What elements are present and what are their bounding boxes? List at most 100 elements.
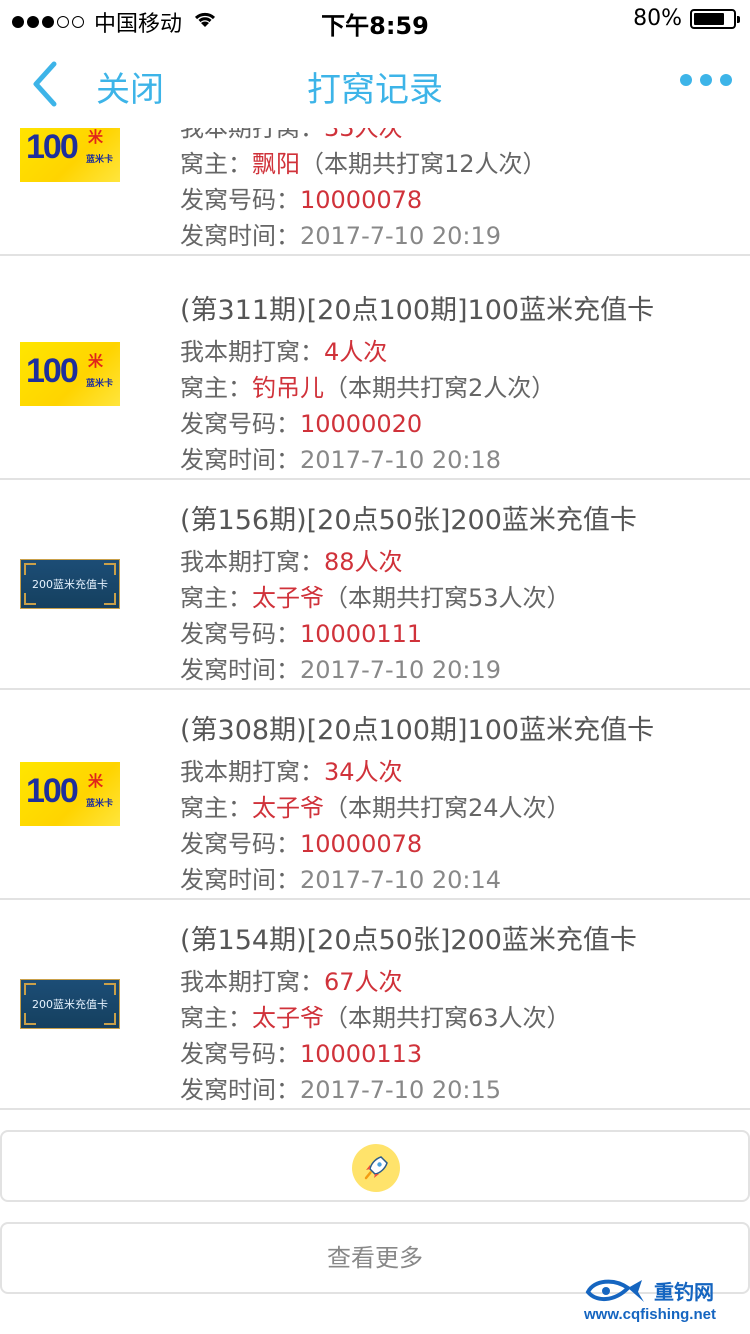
status-bar: 中国移动 下午8:59 80% — [0, 0, 750, 40]
code-line: 发窝号码：10000020 — [180, 404, 422, 439]
page-title: 打窝记录 — [307, 70, 443, 110]
host-total: （本期共打窝2人次） — [324, 374, 556, 402]
my-count-line: 我本期打窝：34人次 — [180, 752, 403, 787]
card-caption: 蓝米卡 — [86, 155, 114, 165]
my-count-label: 我本期打窝： — [180, 968, 324, 996]
record-title: (第311期)[20点100期]100蓝米充值卡 — [180, 288, 654, 327]
time-value: 2017-7-10 20:15 — [300, 1076, 501, 1104]
host-label: 窝主： — [180, 584, 252, 612]
prize-thumbnail[interactable]: 200蓝米充值卡 — [20, 972, 120, 1036]
prize-thumbnail[interactable]: 100 米蓝米卡 — [20, 342, 120, 406]
host-total: （本期共打窝53人次） — [324, 584, 571, 612]
card-caption: 蓝米卡 — [86, 799, 114, 809]
time-line: 发窝时间：2017-7-10 20:18 — [180, 440, 501, 475]
battery-icon — [690, 8, 740, 29]
time-line: 发窝时间：2017-7-10 20:14 — [180, 860, 501, 895]
record-title: (第308期)[20点100期]100蓝米充值卡 — [180, 708, 654, 747]
code-value: 10000078 — [300, 830, 423, 858]
my-count-line: 我本期打窝：4人次 — [180, 332, 387, 367]
time-value: 2017-7-10 20:19 — [300, 656, 501, 684]
record-title-text: (第311期)[20点100期]100蓝米充值卡 — [180, 295, 655, 326]
recharge-card-image: 100 米蓝米卡 — [20, 128, 120, 182]
time-label: 发窝时间： — [180, 1076, 300, 1104]
nav-bar: 关闭 打窝记录 — [0, 40, 750, 128]
code-line: 发窝号码：10000078 — [180, 180, 422, 215]
record-row[interactable]: 100 米蓝米卡 我本期打窝：33人次 窝主：飘阳（本期共打窝12人次） 发窝号码：10… — [0, 128, 750, 256]
time-label: 发窝时间： — [180, 222, 300, 250]
code-label: 发窝号码： — [180, 1040, 300, 1068]
my-count-value: 33人次 — [324, 128, 403, 142]
host-line: 窝主：太子爷（本期共打窝53人次） — [180, 578, 571, 613]
rocket-icon[interactable] — [352, 1144, 400, 1192]
time-value: 2017-7-10 20:18 — [300, 446, 501, 474]
host-label: 窝主： — [180, 150, 252, 178]
record-list[interactable]: 100 米蓝米卡 我本期打窝：33人次 窝主：飘阳（本期共打窝12人次） 发窝号码：10… — [0, 128, 750, 1110]
code-label: 发窝号码： — [180, 410, 300, 438]
my-count-line: 我本期打窝：67人次 — [180, 962, 403, 997]
code-value: 10000078 — [300, 186, 423, 214]
card-caption: 200蓝米充值卡 — [32, 998, 108, 1011]
my-count-value: 67人次 — [324, 968, 403, 996]
more-button[interactable] — [680, 74, 732, 86]
card-amount: 100 — [26, 352, 79, 390]
code-label: 发窝号码： — [180, 620, 300, 648]
my-count-label: 我本期打窝： — [180, 128, 324, 142]
record-title-text: (第308期)[20点100期]100蓝米充值卡 — [180, 715, 655, 746]
watermark-logo: 重钓网 www.cqfishing.net — [584, 1276, 742, 1330]
my-count-line: 我本期打窝：33人次 — [180, 128, 403, 143]
host-label: 窝主： — [180, 794, 252, 822]
code-line: 发窝号码：10000078 — [180, 824, 422, 859]
host-name[interactable]: 太子爷 — [252, 794, 324, 822]
record-row[interactable]: 200蓝米充值卡 (第156期)[20点50张]200蓝米充值卡 我本期打窝：88人… — [0, 480, 750, 690]
card-amount: 100 — [26, 772, 79, 810]
recharge-card-image: 100 米蓝米卡 — [20, 342, 120, 406]
time-line: 发窝时间：2017-7-10 20:19 — [180, 216, 501, 251]
recharge-card-image: 200蓝米充值卡 — [20, 559, 120, 609]
host-total: （本期共打窝63人次） — [324, 1004, 571, 1032]
back-to-top-bar[interactable] — [0, 1130, 750, 1202]
prize-thumbnail[interactable]: 100 米蓝米卡 — [20, 762, 120, 826]
code-value: 10000111 — [300, 620, 423, 648]
my-count-value: 34人次 — [324, 758, 403, 786]
host-line: 窝主：太子爷（本期共打窝24人次） — [180, 788, 571, 823]
host-name[interactable]: 飘阳 — [252, 150, 300, 178]
code-label: 发窝号码： — [180, 830, 300, 858]
host-name[interactable]: 钓吊儿 — [252, 374, 324, 402]
host-line: 窝主：飘阳（本期共打窝12人次） — [180, 144, 547, 179]
time-value: 2017-7-10 20:19 — [300, 222, 501, 250]
time-label: 发窝时间： — [180, 866, 300, 894]
record-title-text: (第156期)[20点50张]200蓝米充值卡 — [180, 505, 637, 536]
record-title: (第156期)[20点50张]200蓝米充值卡 — [180, 498, 637, 537]
host-name[interactable]: 太子爷 — [252, 1004, 324, 1032]
host-label: 窝主： — [180, 374, 252, 402]
code-label: 发窝号码： — [180, 186, 300, 214]
host-total: （本期共打窝24人次） — [324, 794, 571, 822]
host-line: 窝主：太子爷（本期共打窝63人次） — [180, 998, 571, 1033]
host-label: 窝主： — [180, 1004, 252, 1032]
fish-logo-icon — [585, 1279, 644, 1302]
record-row[interactable]: 100 米蓝米卡 (第311期)[20点100期]100蓝米充值卡我本期打窝：4人次… — [0, 270, 750, 480]
card-caption: 200蓝米充值卡 — [32, 578, 108, 591]
card-caption: 蓝米卡 — [86, 379, 114, 389]
my-count-label: 我本期打窝： — [180, 548, 324, 576]
host-total: （本期共打窝12人次） — [300, 150, 547, 178]
code-value: 10000020 — [300, 410, 423, 438]
record-title: (第154期)[20点50张]200蓝米充值卡 — [180, 918, 637, 957]
prize-thumbnail[interactable]: 200蓝米充值卡 — [20, 552, 120, 616]
record-title-text: (第154期)[20点50张]200蓝米充值卡 — [180, 925, 637, 956]
my-count-label: 我本期打窝： — [180, 338, 324, 366]
time-line: 发窝时间：2017-7-10 20:19 — [180, 650, 501, 685]
card-amount: 100 — [26, 128, 79, 166]
recharge-card-image: 100 米蓝米卡 — [20, 762, 120, 826]
code-value: 10000113 — [300, 1040, 423, 1068]
record-row[interactable]: 200蓝米充值卡 (第154期)[20点50张]200蓝米充值卡 我本期打窝：67人… — [0, 900, 750, 1110]
card-unit: 米 — [88, 772, 104, 790]
time-line: 发窝时间：2017-7-10 20:15 — [180, 1070, 501, 1105]
record-row[interactable]: 100 米蓝米卡 (第308期)[20点100期]100蓝米充值卡我本期打窝：34人… — [0, 690, 750, 900]
prize-thumbnail[interactable]: 100 米蓝米卡 — [20, 128, 120, 182]
more-dots-icon — [680, 74, 692, 86]
watermark-url: www.cqfishing.net — [584, 1306, 716, 1323]
host-name[interactable]: 太子爷 — [252, 584, 324, 612]
card-unit: 米 — [88, 352, 104, 370]
time-label: 发窝时间： — [180, 656, 300, 684]
